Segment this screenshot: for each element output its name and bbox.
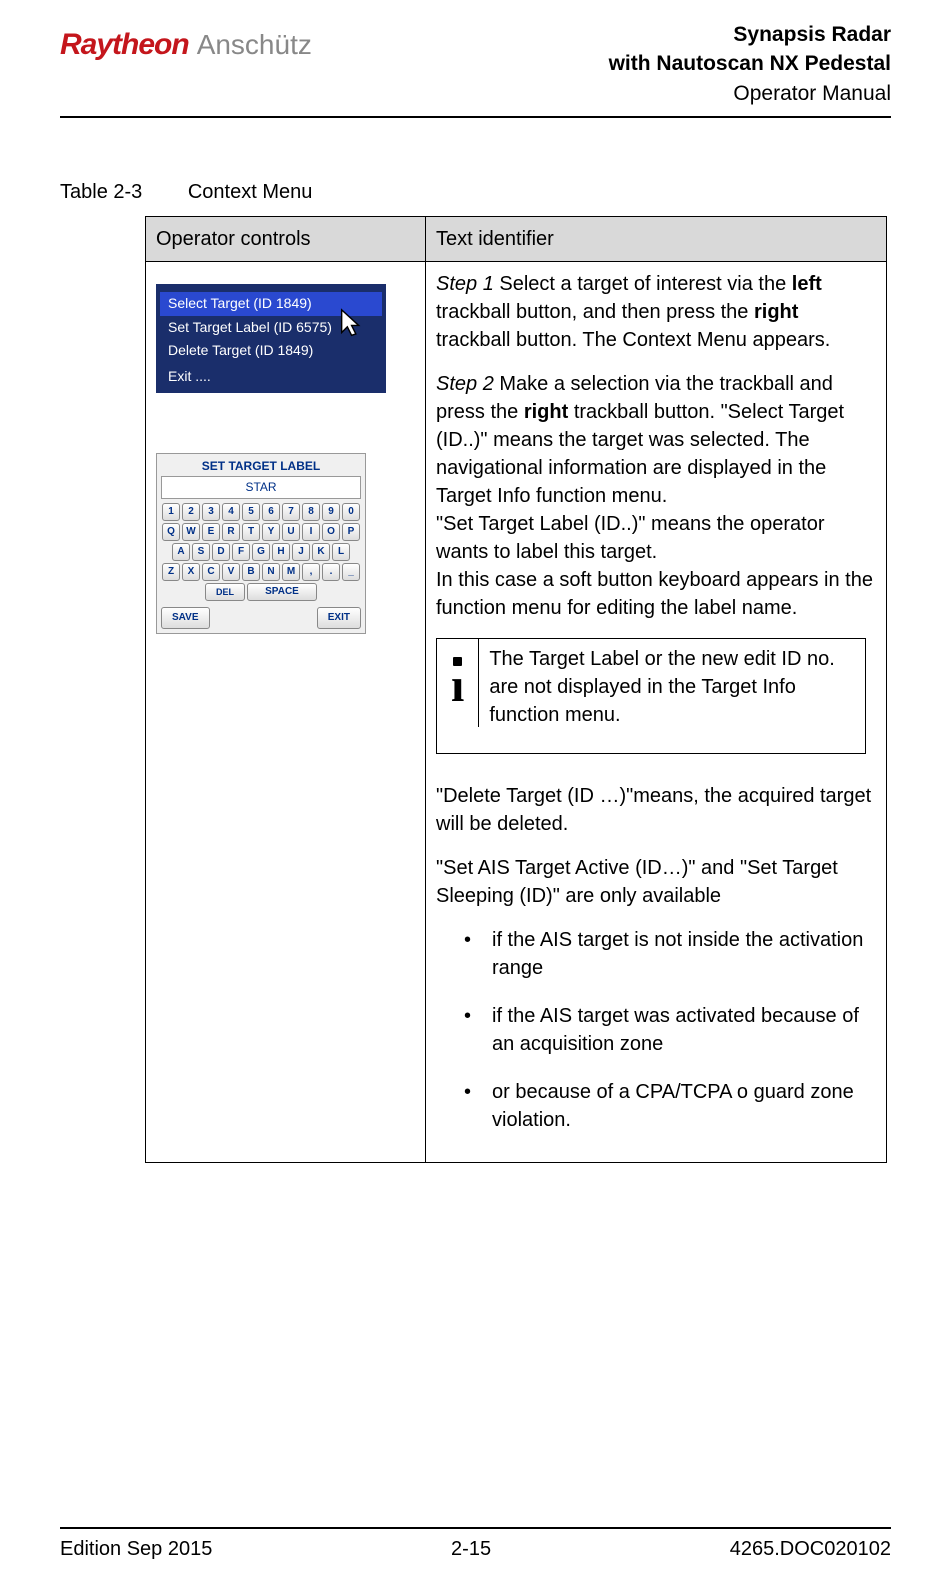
key-,[interactable]: , — [302, 563, 320, 581]
key-D[interactable]: D — [212, 543, 230, 561]
list-item: or because of a CPA/TCPA o guard zone vi… — [464, 1078, 876, 1134]
col-header-text-identifier: Text identifier — [426, 217, 887, 262]
page-footer: Edition Sep 2015 2-15 4265.DOC020102 — [60, 1527, 891, 1563]
key-M[interactable]: M — [282, 563, 300, 581]
ctx-exit[interactable]: Exit .... — [160, 363, 382, 389]
table-title: Context Menu — [188, 181, 313, 203]
key-L[interactable]: L — [332, 543, 350, 561]
key-3[interactable]: 3 — [202, 503, 220, 521]
key-W[interactable]: W — [182, 523, 200, 541]
context-menu-screenshot: Select Target (ID 1849) Set Target Label… — [156, 284, 386, 392]
kb-row-2: QWERTYUIOP — [161, 523, 361, 541]
key-0[interactable]: 0 — [342, 503, 360, 521]
context-menu-table: Operator controls Text identifier Select… — [145, 216, 887, 1163]
key-7[interactable]: 7 — [282, 503, 300, 521]
page-header: Raytheon Anschütz Synapsis Radar with Na… — [60, 20, 891, 118]
key-B[interactable]: B — [242, 563, 260, 581]
cursor-icon — [336, 306, 370, 342]
key-space[interactable]: SPACE — [247, 583, 317, 601]
key-2[interactable]: 2 — [182, 503, 200, 521]
key-Q[interactable]: Q — [162, 523, 180, 541]
operator-controls-cell: Select Target (ID 1849) Set Target Label… — [146, 262, 426, 1163]
list-item: if the AIS target was activated because … — [464, 1002, 876, 1058]
logo-anschutz: Anschütz — [197, 25, 312, 64]
key-S[interactable]: S — [192, 543, 210, 561]
footer-doc-id: 4265.DOC020102 — [730, 1535, 891, 1563]
kb-save-button[interactable]: SAVE — [161, 607, 210, 629]
title-line-1: Synapsis Radar — [609, 20, 891, 49]
key-1[interactable]: 1 — [162, 503, 180, 521]
key-Z[interactable]: Z — [162, 563, 180, 581]
kb-exit-button[interactable]: EXIT — [317, 607, 361, 629]
kb-input[interactable]: STAR — [161, 476, 361, 499]
kb-title: SET TARGET LABEL — [161, 458, 361, 475]
conditions-list: if the AIS target is not inside the acti… — [436, 926, 876, 1134]
soft-keyboard-panel: SET TARGET LABEL STAR 1234567890 QWERTYU… — [156, 453, 366, 635]
key-P[interactable]: P — [342, 523, 360, 541]
ctx-delete-target[interactable]: Delete Target (ID 1849) — [160, 339, 382, 363]
key-_[interactable]: _ — [342, 563, 360, 581]
key-V[interactable]: V — [222, 563, 240, 581]
table-number: Table 2-3 — [60, 181, 142, 203]
key-4[interactable]: 4 — [222, 503, 240, 521]
key-Y[interactable]: Y — [262, 523, 280, 541]
logo-raytheon: Raytheon — [60, 24, 189, 66]
key-R[interactable]: R — [222, 523, 240, 541]
step1-text: Step 1 Select a target of interest via t… — [436, 270, 876, 354]
delete-target-text: "Delete Target (ID …)"means, the acquire… — [436, 782, 876, 838]
key-N[interactable]: N — [262, 563, 280, 581]
key-K[interactable]: K — [312, 543, 330, 561]
key-J[interactable]: J — [292, 543, 310, 561]
document-title: Synapsis Radar with Nautoscan NX Pedesta… — [609, 20, 891, 108]
key-I[interactable]: I — [302, 523, 320, 541]
key-6[interactable]: 6 — [262, 503, 280, 521]
list-item: if the AIS target is not inside the acti… — [464, 926, 876, 982]
kb-row-3: ASDFGHJKL — [161, 543, 361, 561]
table-caption: Table 2-3 Context Menu — [60, 178, 891, 206]
step2-text: Step 2 Make a selection via the trackbal… — [436, 370, 876, 622]
key-del[interactable]: DEL — [205, 583, 245, 601]
key-F[interactable]: F — [232, 543, 250, 561]
key-.[interactable]: . — [322, 563, 340, 581]
kb-row-ctrl: DEL SPACE — [161, 583, 361, 601]
kb-row-1: 1234567890 — [161, 503, 361, 521]
footer-edition: Edition Sep 2015 — [60, 1535, 212, 1563]
title-line-3: Operator Manual — [609, 79, 891, 108]
key-9[interactable]: 9 — [322, 503, 340, 521]
key-A[interactable]: A — [172, 543, 190, 561]
key-G[interactable]: G — [252, 543, 270, 561]
info-icon: ı — [437, 639, 479, 727]
key-8[interactable]: 8 — [302, 503, 320, 521]
col-header-operator-controls: Operator controls — [146, 217, 426, 262]
title-line-2: with Nautoscan NX Pedestal — [609, 49, 891, 78]
key-5[interactable]: 5 — [242, 503, 260, 521]
text-identifier-cell: Step 1 Select a target of interest via t… — [426, 262, 887, 1163]
logo: Raytheon Anschütz — [60, 24, 312, 66]
info-note-box: ı The Target Label or the new edit ID no… — [436, 638, 866, 754]
key-T[interactable]: T — [242, 523, 260, 541]
key-E[interactable]: E — [202, 523, 220, 541]
ais-target-text: "Set AIS Target Active (ID…)" and "Set T… — [436, 854, 876, 910]
info-text: The Target Label or the new edit ID no. … — [479, 639, 865, 753]
key-H[interactable]: H — [272, 543, 290, 561]
footer-page-number: 2-15 — [451, 1535, 491, 1563]
key-U[interactable]: U — [282, 523, 300, 541]
key-C[interactable]: C — [202, 563, 220, 581]
kb-row-4: ZXCVBNM,._ — [161, 563, 361, 581]
key-X[interactable]: X — [182, 563, 200, 581]
key-O[interactable]: O — [322, 523, 340, 541]
